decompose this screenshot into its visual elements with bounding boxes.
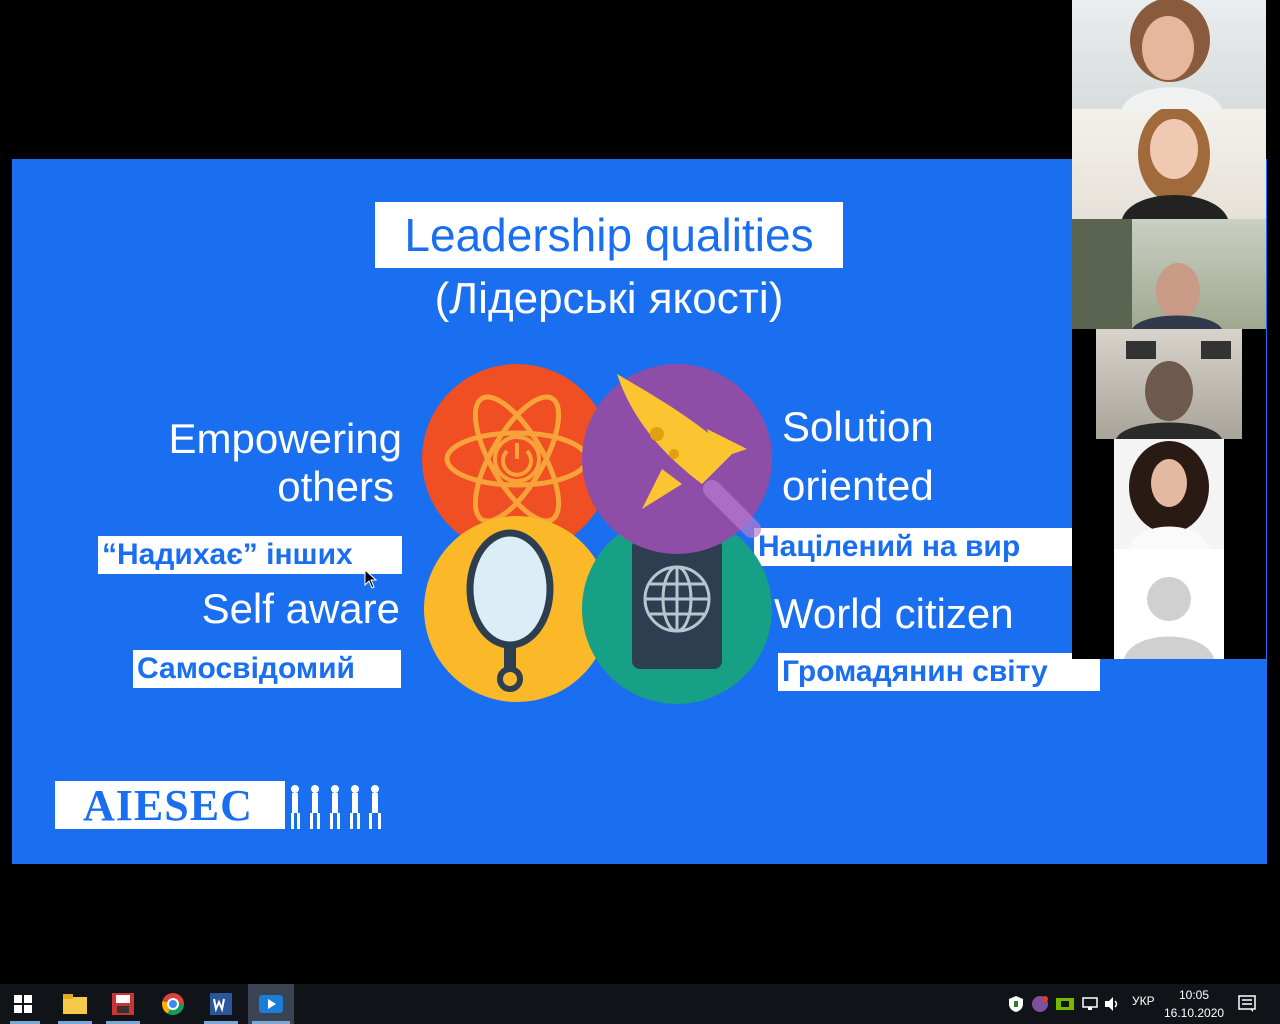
taskbar-chrome[interactable]: [150, 984, 196, 1024]
person-icon: [1122, 0, 1222, 109]
person-icon: [1122, 109, 1228, 219]
file-explorer-icon: [63, 994, 87, 1014]
person-icon: [1128, 441, 1210, 549]
quality-world-citizen-ua: Громадянин світу: [778, 653, 1100, 691]
volume-icon[interactable]: [1104, 996, 1120, 1012]
participant-avatar-placeholder[interactable]: [1114, 549, 1224, 659]
chrome-icon: [162, 993, 184, 1015]
quality-empowering-ua: “Надихає” інших: [98, 536, 402, 574]
quality-empowering-line2: others: [277, 463, 394, 510]
quality-self-aware-ua: Самосвідомий: [133, 650, 401, 688]
participant-video-2[interactable]: [1072, 109, 1266, 219]
start-icon: [14, 995, 32, 1013]
quality-solution-line1: Solution: [782, 403, 934, 450]
slide-title: Leadership qualities: [375, 202, 843, 268]
taskbar-media-player[interactable]: [248, 984, 294, 1024]
taskbar-file-explorer[interactable]: [52, 984, 98, 1024]
notifications-icon[interactable]: [1238, 995, 1256, 1013]
start-button[interactable]: [0, 984, 46, 1024]
person-icon: [1072, 219, 1222, 329]
quality-solution-ua: Націлений на вир: [754, 528, 1072, 566]
participant-video-4[interactable]: [1096, 329, 1242, 439]
rocket-icon: [582, 364, 772, 554]
quality-world-citizen: World citizen: [774, 590, 1014, 637]
mouse-cursor-icon: [364, 569, 378, 589]
taskbar: УКР 10:05 16.10.2020: [0, 984, 1280, 1024]
security-shield-icon[interactable]: [1008, 996, 1024, 1012]
clock-date[interactable]: 16.10.2020: [1164, 1006, 1224, 1020]
slide-subtitle: (Лідерські якості): [434, 274, 784, 323]
viber-icon[interactable]: [1032, 996, 1048, 1012]
word-icon: [210, 993, 232, 1015]
media-player-icon: [259, 995, 283, 1013]
network-icon[interactable]: [1082, 996, 1098, 1012]
participant-video-3[interactable]: [1072, 219, 1266, 329]
quality-self-aware: Self aware: [201, 585, 400, 632]
quality-solution-line2: oriented: [782, 462, 934, 509]
taskbar-save-app[interactable]: [100, 984, 146, 1024]
aiesec-logo-text: AIESEC: [83, 781, 253, 830]
qualities-venn-graphic: [422, 364, 772, 704]
walking-people-icon: [291, 785, 381, 829]
user-avatar-icon: [1124, 577, 1214, 659]
quality-empowering-line1: Empowering: [168, 415, 402, 462]
aiesec-logo: AIESEC: [55, 781, 395, 831]
save-app-icon: [112, 993, 134, 1015]
participant-video-1[interactable]: [1072, 0, 1266, 109]
participants-panel: [1072, 0, 1266, 659]
nvidia-icon[interactable]: [1056, 996, 1074, 1012]
taskbar-word[interactable]: [198, 984, 244, 1024]
person-icon: [1116, 341, 1231, 439]
participant-video-5[interactable]: [1114, 439, 1224, 549]
input-language[interactable]: УКР: [1132, 994, 1155, 1008]
clock-time[interactable]: 10:05: [1168, 988, 1220, 1002]
